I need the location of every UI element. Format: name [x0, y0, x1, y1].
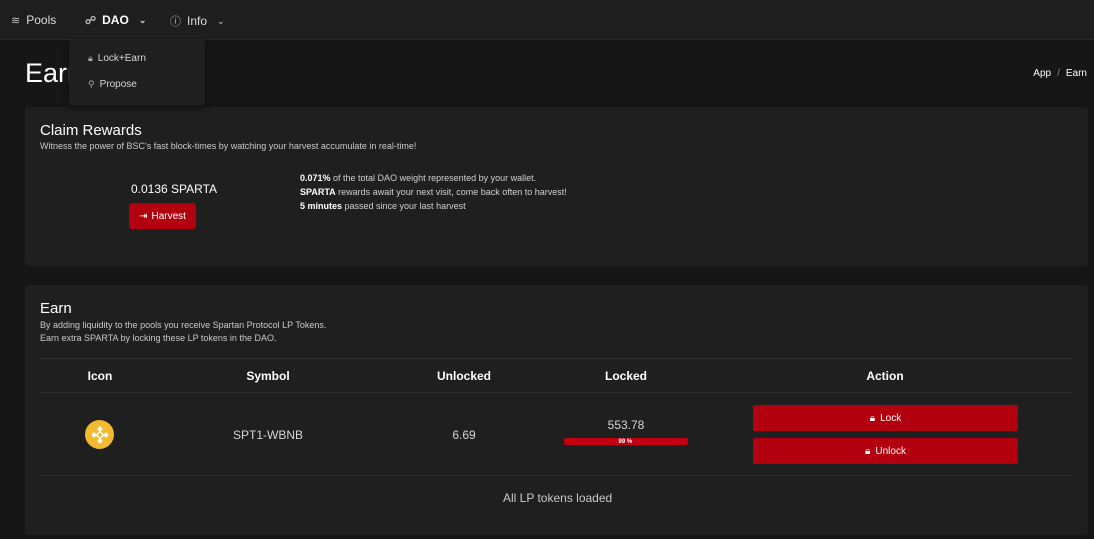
nav-info-label: Info	[187, 14, 208, 28]
nav-dao[interactable]: ☍ DAO ⌄	[85, 13, 146, 27]
claim-rewards-subtitle: Witness the power of BSC's fast block-ti…	[40, 141, 417, 151]
harvest-icon: ⇥	[139, 210, 148, 222]
harvest-label: Harvest	[151, 210, 186, 222]
dropdown-item-label: Propose	[99, 79, 137, 90]
column-header-unlocked: Unlocked	[436, 369, 492, 383]
breadcrumb-separator: /	[1057, 68, 1060, 79]
table-divider	[40, 358, 1072, 359]
nav-dao-label: DAO	[102, 13, 129, 27]
dropdown-item-lock-earn[interactable]: 🔒︎ Lock+Earn	[88, 53, 146, 64]
column-header-icon: Icon	[87, 369, 113, 383]
breadcrumb-app[interactable]: App	[1033, 68, 1051, 79]
rewards-token: SPARTA	[300, 187, 336, 197]
column-header-symbol: Symbol	[246, 369, 290, 383]
last-harvest-time: 5 minutes	[300, 201, 343, 211]
lock-label: Lock	[880, 412, 902, 424]
row-symbol: SPT1-WBNB	[232, 428, 304, 442]
harvest-button[interactable]: ⇥ Harvest	[129, 203, 196, 229]
bnb-icon	[85, 420, 114, 449]
bnb-logo-mark	[90, 425, 109, 444]
chevron-down-icon: ⌄	[217, 15, 225, 26]
nav-info[interactable]: ⓘ Info ⌄	[170, 13, 225, 29]
earn-card: Earn By adding liquidity to the pools yo…	[25, 285, 1088, 535]
dao-weight-text: of the total DAO weight represented by y…	[330, 173, 537, 183]
nav-pools[interactable]: ≋ Pools	[11, 13, 56, 27]
rewards-info: SPARTA rewards await your next visit, co…	[300, 187, 567, 197]
dao-icon: ☍	[85, 14, 97, 27]
row-unlocked: 6.69	[452, 428, 476, 442]
dropdown-item-propose[interactable]: ⚲ Propose	[88, 79, 137, 90]
nav-pools-label: Pools	[26, 13, 57, 27]
earn-subtitle-1: By adding liquidity to the pools you rec…	[40, 320, 327, 330]
column-header-action: Action	[866, 369, 904, 383]
pin-icon: ⚲	[88, 79, 95, 89]
locked-progress-fill: 99 %	[564, 438, 687, 445]
locked-progress-bar: 99 %	[564, 438, 688, 445]
breadcrumb-earn: Earn	[1065, 68, 1087, 79]
rewards-text: rewards await your next visit, come back…	[335, 187, 567, 197]
unlock-label: Unlock	[875, 445, 906, 457]
table-divider	[40, 392, 1072, 393]
dao-weight-info: 0.071% of the total DAO weight represent…	[300, 173, 536, 183]
dropdown-item-label: Lock+Earn	[97, 53, 146, 64]
info-icon: ⓘ	[170, 16, 181, 28]
top-nav: ≋ Pools ☍ DAO ⌄ ⓘ Info ⌄	[0, 0, 1094, 40]
row-locked: 553.78	[607, 418, 645, 432]
lock-icon: 🔒︎	[869, 412, 876, 424]
unlock-icon: 🔒︎	[865, 445, 871, 457]
dao-weight-value: 0.071%	[300, 173, 331, 183]
table-divider	[40, 475, 1072, 476]
last-harvest-info: 5 minutes passed since your last harvest	[300, 201, 466, 211]
chevron-down-icon: ⌄	[138, 14, 147, 25]
dao-dropdown-menu: 🔒︎ Lock+Earn ⚲ Propose	[69, 40, 205, 106]
column-header-locked: Locked	[604, 369, 648, 383]
breadcrumb: App / Earn	[1033, 68, 1087, 79]
earn-subtitle-2: Earn extra SPARTA by locking these LP to…	[40, 333, 277, 343]
lock-button[interactable]: 🔒︎ Lock	[753, 405, 1018, 431]
lock-icon: 🔒︎	[88, 53, 93, 63]
table-footer-status: All LP tokens loaded	[503, 491, 613, 505]
last-harvest-text: passed since your last harvest	[342, 201, 466, 211]
reward-amount: 0.0136 SPARTA	[131, 182, 218, 196]
claim-rewards-title: Claim Rewards	[40, 122, 142, 139]
claim-rewards-card: Claim Rewards Witness the power of BSC's…	[25, 107, 1088, 266]
pools-icon: ≋	[11, 14, 21, 27]
unlock-button[interactable]: 🔒︎ Unlock	[753, 438, 1018, 464]
earn-title: Earn	[40, 300, 72, 317]
